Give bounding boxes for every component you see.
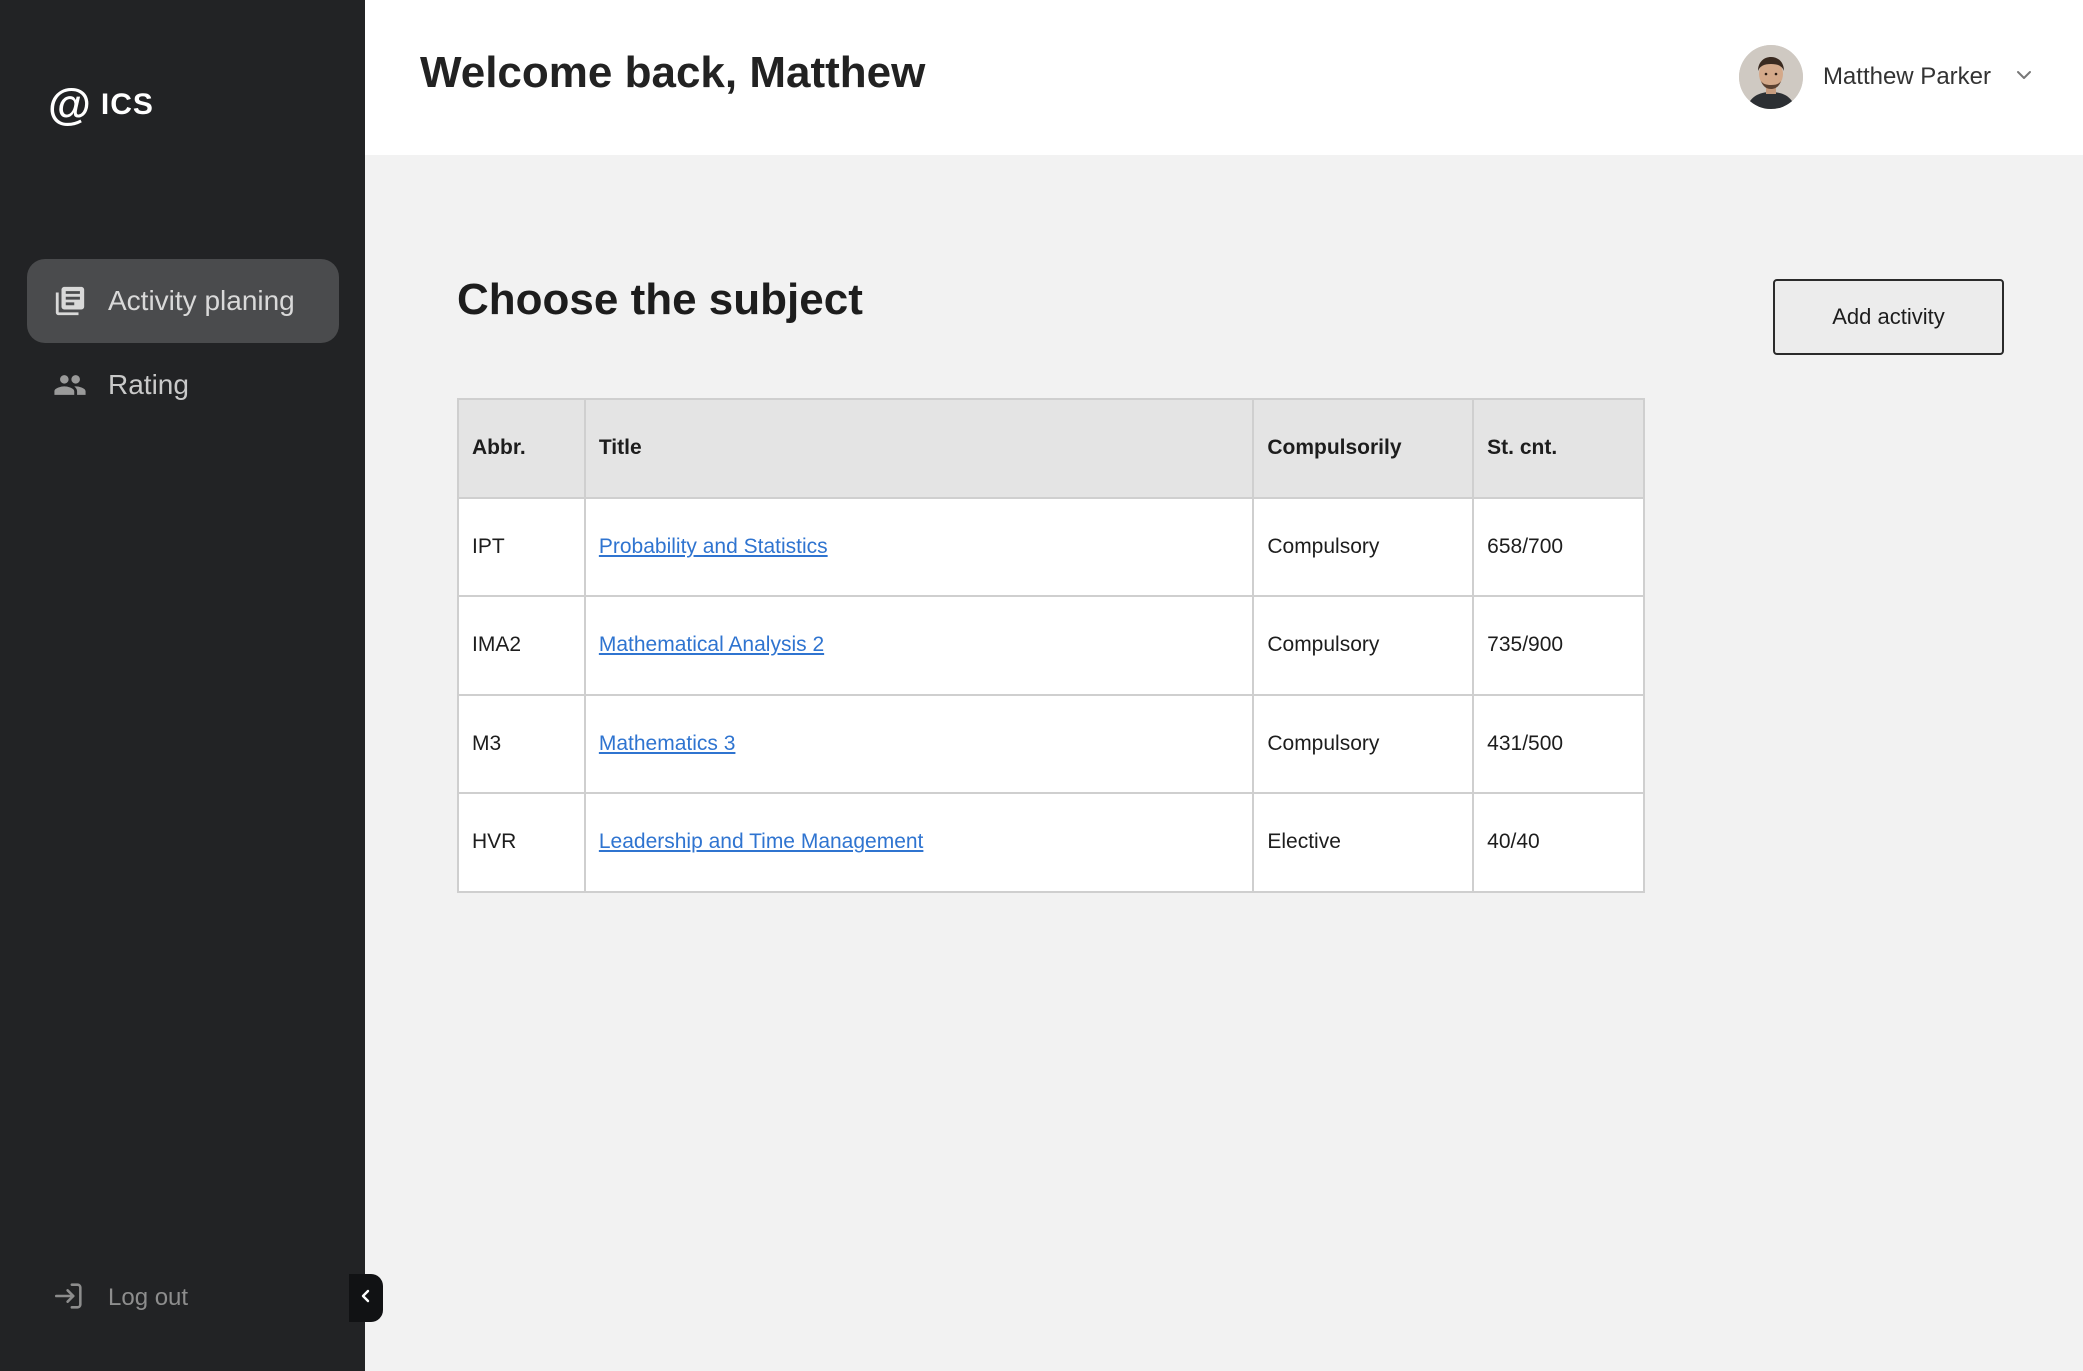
cell-type: Compulsory	[1252, 496, 1475, 597]
sidebar: @ ICS Activity planing Rating Log out	[0, 0, 365, 1371]
table-row: HVR Leadership and Time Management Elect…	[457, 792, 1645, 893]
cell-type: Compulsory	[1252, 693, 1475, 794]
welcome-heading: Welcome back, Matthew	[420, 48, 926, 97]
app-root: @ ICS Activity planing Rating Log out We…	[0, 0, 2083, 1371]
cell-type: Compulsory	[1252, 595, 1475, 696]
sidebar-item-activity-planing[interactable]: Activity planing	[27, 259, 339, 343]
subject-link[interactable]: Mathematical Analysis 2	[599, 633, 824, 656]
sidebar-item-label: Activity planing	[108, 285, 295, 316]
top-header: Welcome back, Matthew Matthew Parker	[365, 0, 2083, 155]
column-header-student-count[interactable]: St. cnt.	[1472, 398, 1645, 499]
cell-type: Elective	[1252, 792, 1475, 893]
table-header-row: Abbr. Title Compulsorily St. cnt.	[457, 398, 1645, 499]
cell-abbr: M3	[457, 693, 586, 794]
cell-count: 40/40	[1472, 792, 1645, 893]
cell-abbr: HVR	[457, 792, 586, 893]
logout-button[interactable]: Log out	[52, 1278, 188, 1318]
table-row: IMA2 Mathematical Analysis 2 Compulsory …	[457, 595, 1645, 696]
sidebar-item-label: Rating	[108, 369, 189, 400]
user-name: Matthew Parker	[1822, 63, 1991, 90]
chevron-down-icon	[2015, 68, 2033, 86]
chevron-left-icon	[358, 1288, 374, 1309]
subject-link[interactable]: Leadership and Time Management	[599, 830, 924, 853]
logo-mark: @	[48, 80, 91, 129]
add-activity-button[interactable]: Add activity	[1773, 279, 2004, 355]
column-header-title[interactable]: Title	[583, 398, 1255, 499]
collapse-sidebar-button[interactable]	[349, 1274, 383, 1322]
cell-title: Mathematical Analysis 2	[583, 595, 1255, 696]
subject-link[interactable]: Mathematics 3	[599, 732, 736, 755]
logo: @ ICS	[48, 82, 154, 128]
cell-count: 735/900	[1472, 595, 1645, 696]
cell-count: 431/500	[1472, 693, 1645, 794]
table-row: IPT Probability and Statistics Compulsor…	[457, 496, 1645, 597]
avatar	[1738, 45, 1803, 109]
cell-title: Leadership and Time Management	[583, 792, 1255, 893]
logout-label: Log out	[108, 1284, 189, 1311]
page-title: Choose the subject	[457, 275, 863, 324]
user-menu[interactable]: Matthew Parker	[1738, 44, 2033, 110]
users-icon	[52, 367, 88, 403]
cell-count: 658/700	[1472, 496, 1645, 597]
logo-text: ICS	[100, 88, 154, 121]
subjects-table: Abbr. Title Compulsorily St. cnt. IPT Pr…	[457, 398, 1645, 893]
logout-icon	[52, 1279, 86, 1318]
subject-link[interactable]: Probability and Statistics	[599, 535, 828, 558]
column-header-compulsorily[interactable]: Compulsorily	[1252, 398, 1475, 499]
column-header-abbr[interactable]: Abbr.	[457, 398, 586, 499]
sidebar-item-rating[interactable]: Rating	[27, 343, 339, 427]
cell-abbr: IPT	[457, 496, 586, 597]
cell-title: Probability and Statistics	[583, 496, 1255, 597]
cell-abbr: IMA2	[457, 595, 586, 696]
cell-title: Mathematics 3	[583, 693, 1255, 794]
list-doc-icon	[52, 283, 88, 319]
table-row: M3 Mathematics 3 Compulsory 431/500	[457, 693, 1645, 794]
